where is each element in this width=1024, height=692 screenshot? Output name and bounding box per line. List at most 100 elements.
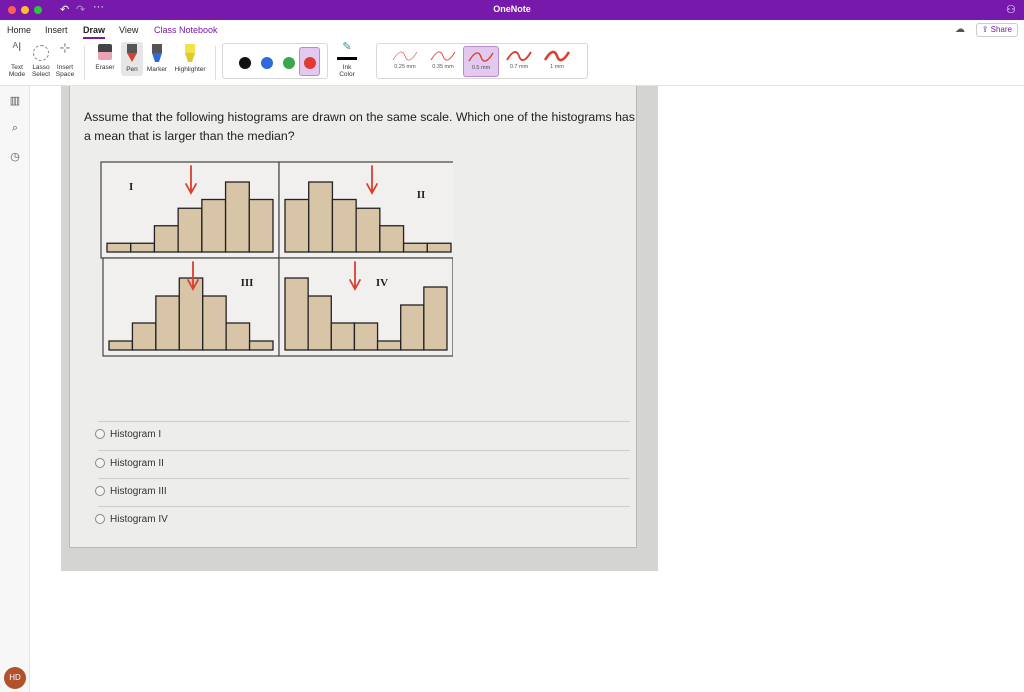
histogram-bar — [248, 198, 274, 253]
histogram-label: II — [417, 189, 426, 201]
stroke-preview-icon — [543, 50, 571, 62]
radio-button[interactable] — [95, 458, 105, 469]
pen-icon — [127, 44, 137, 62]
ribbon-divider — [84, 46, 85, 80]
recent-clock-icon[interactable]: ◷ — [8, 150, 22, 164]
pen-label: Pen — [126, 66, 138, 73]
ribbon-tabs: Home Insert Draw View Class Notebook ☁ ⇪… — [0, 20, 1024, 40]
divider-line — [98, 450, 630, 451]
eraser-button[interactable]: Eraser — [92, 44, 118, 71]
eraser-label: Eraser — [95, 64, 115, 71]
thickness-option[interactable]: 0.7 mm — [501, 46, 537, 77]
window-title: OneNote — [493, 4, 531, 14]
histogram-bar — [423, 286, 448, 351]
histogram-label: III — [241, 277, 254, 289]
thickness-picker: 0.25 mm 0.35 mm 0.5 mm 0.7 mm 1 mm — [376, 43, 588, 79]
stroke-preview-icon — [392, 51, 418, 61]
radio-button[interactable] — [95, 486, 105, 497]
thickness-option-selected[interactable]: 0.5 mm — [463, 46, 499, 77]
thickness-label: 0.5 mm — [471, 65, 491, 71]
histogram-label: I — [129, 181, 133, 193]
highlighter-icon — [185, 44, 195, 62]
pasted-quiz-image[interactable]: Assume that the following histograms are… — [61, 86, 658, 571]
stroke-preview-icon — [468, 52, 494, 62]
marker-icon — [152, 44, 162, 62]
color-blue-swatch[interactable] — [261, 57, 273, 69]
thickness-label: 0.35 mm — [432, 64, 454, 70]
thickness-option[interactable]: 0.25 mm — [387, 46, 423, 77]
lasso-select-button[interactable]: Lasso Select — [30, 44, 52, 78]
color-red-swatch[interactable] — [304, 57, 316, 69]
stroke-preview-icon — [430, 51, 456, 61]
feedback-icon[interactable]: ⚇ — [1006, 3, 1016, 16]
histogram-bar — [331, 198, 357, 253]
histogram-bar — [402, 242, 428, 253]
color-black-swatch[interactable] — [239, 57, 251, 69]
lasso-label: Lasso Select — [31, 64, 51, 78]
choice-histogram-2[interactable]: Histogram II — [95, 458, 164, 469]
insert-space-label: Insert Space — [55, 64, 75, 78]
thickness-option[interactable]: 0.35 mm — [425, 46, 461, 77]
histogram-bar — [307, 295, 332, 351]
thickness-option[interactable]: 1 mm — [539, 46, 575, 77]
histogram-bar — [426, 242, 452, 253]
choice-histogram-1[interactable]: Histogram I — [95, 429, 161, 440]
histogram-bar — [330, 322, 356, 351]
radio-button[interactable] — [95, 514, 105, 525]
ink-color-icon: ✎ — [337, 42, 357, 60]
text-mode-button[interactable]: ᴬI Text Mode — [6, 40, 28, 78]
notebooks-icon[interactable]: ▥ — [8, 94, 22, 108]
histogram-bar — [108, 340, 134, 351]
tab-home[interactable]: Home — [7, 25, 31, 35]
avatar[interactable]: HD — [4, 667, 26, 689]
choice-label: Histogram I — [110, 429, 162, 440]
sync-icon[interactable]: ☁ — [955, 24, 965, 35]
ribbon-divider — [215, 46, 216, 80]
histogram-bar — [131, 322, 157, 351]
histogram-bar — [225, 322, 251, 351]
histogram-bar — [155, 295, 180, 351]
histogram-bar — [376, 340, 402, 351]
highlighter-label: Highlighter — [174, 66, 206, 73]
tab-draw[interactable]: Draw — [83, 25, 106, 39]
tab-view[interactable]: View — [119, 25, 138, 35]
histogram-bar — [178, 277, 204, 351]
histogram-bar — [106, 242, 132, 253]
histogram-bar — [130, 242, 156, 253]
question-text: Assume that the following histograms are… — [84, 110, 635, 143]
divider-line — [98, 421, 630, 422]
histogram-bar — [284, 277, 309, 351]
histogram-label: IV — [376, 277, 388, 289]
histogram-bar — [201, 198, 227, 253]
text-cursor-icon: ᴬI — [12, 40, 22, 54]
highlighter-button[interactable]: Highlighter — [172, 44, 208, 73]
histograms-figure: IIIIII IV — [100, 161, 453, 357]
search-icon[interactable]: ⌕ — [8, 122, 22, 136]
color-green-swatch[interactable] — [283, 57, 295, 69]
marker-label: Marker — [146, 66, 168, 73]
histogram-bar — [308, 181, 334, 253]
thickness-label: 0.7 mm — [509, 64, 529, 70]
tab-class-notebook[interactable]: Class Notebook — [154, 25, 218, 35]
ink-color-button[interactable]: ✎ Ink Color — [331, 42, 363, 78]
insert-space-button[interactable]: ⊹ Insert Space — [54, 41, 76, 78]
divider-line — [98, 506, 630, 507]
divider-line — [98, 478, 630, 479]
radio-button[interactable] — [95, 429, 105, 440]
histogram-bar — [248, 340, 274, 351]
pen-button[interactable]: Pen — [121, 42, 143, 76]
tab-insert[interactable]: Insert — [45, 25, 68, 35]
choice-histogram-3[interactable]: Histogram III — [95, 486, 167, 497]
lasso-icon — [33, 45, 49, 61]
choice-histogram-4[interactable]: Histogram IV — [95, 514, 168, 525]
choice-label: Histogram III — [110, 486, 167, 497]
quiz-paper: Assume that the following histograms are… — [69, 86, 637, 548]
histogram-bar — [153, 225, 179, 253]
histogram-bar — [284, 198, 310, 253]
histogram-bar — [353, 322, 379, 351]
histogram-bar — [379, 225, 405, 253]
share-button[interactable]: ⇪ Share — [975, 23, 1018, 37]
thickness-label: 1 mm — [550, 64, 564, 70]
marker-button[interactable]: Marker — [146, 44, 168, 73]
thickness-label: 0.25 mm — [394, 64, 416, 70]
